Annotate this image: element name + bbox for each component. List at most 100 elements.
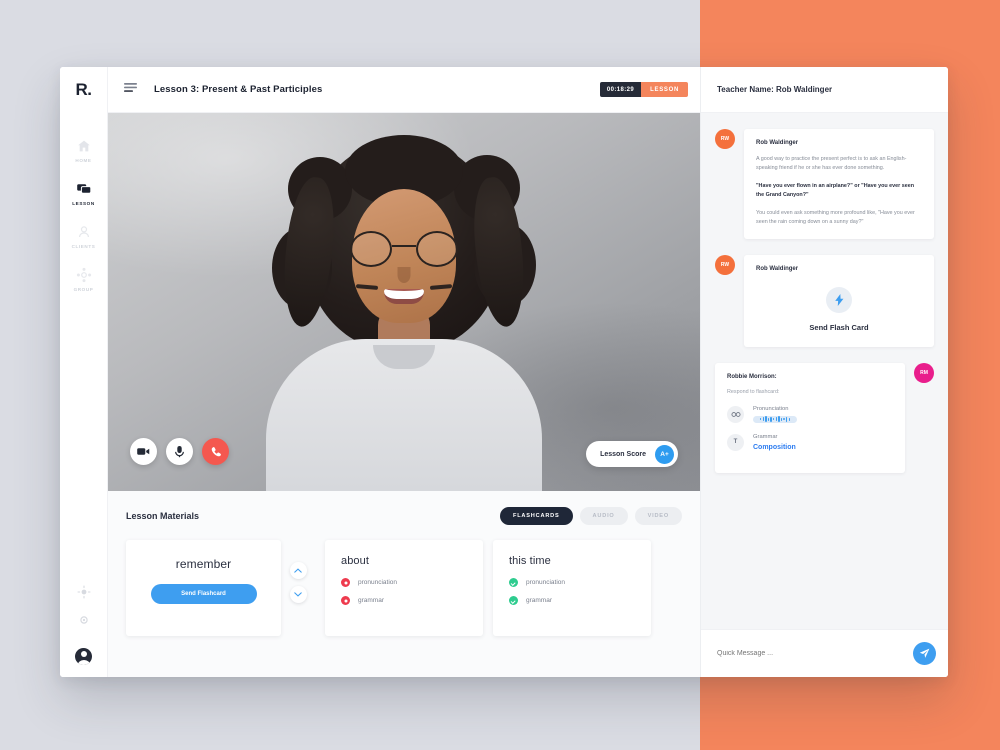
response-label: Grammar [753,433,778,440]
shirt [266,339,542,491]
camera-button[interactable] [130,438,157,465]
list-item-label: grammar [526,597,553,604]
search-input[interactable] [717,650,913,657]
message-author: Robbie Morrison: [727,373,777,380]
flashcard-remember[interactable]: remember Send Flashcard [126,540,281,636]
eyebrow-right [355,284,379,290]
teacher-name-label: Teacher Name: Rob Waldinger [717,85,833,94]
materials-title: Lesson Materials [126,511,200,521]
flashcard-title: about [341,555,370,567]
flashcard-this-time[interactable]: this time pronunciation grammar [493,540,651,636]
avatar[interactable]: RM [914,362,934,383]
material-tabs: FLASHCARDS AUDIO VIDEO [500,507,682,525]
list-item-label: pronunciation [526,579,566,586]
avatar[interactable]: RW [715,129,735,149]
chat-message-list: RW Rob Waldinger A good way to practice … [701,113,948,629]
person-icon [76,224,92,240]
top-bar: Lesson 3: Present & Past Participles 00:… [108,67,700,113]
tab-audio[interactable]: AUDIO [579,507,628,525]
message-bubble: Rob Waldinger A good way to practice the… [744,129,934,239]
response-row-pronunciation: Pronunciation [727,405,893,423]
status-badge: 00:18:29 LESSON [599,82,688,97]
participant-video-image [254,131,554,491]
response-row-grammar: T Grammar Composition [727,433,893,451]
message-paragraph: You could even ask something more profou… [756,209,915,226]
lesson-score-grade: A+ [655,444,674,464]
list-item: pronunciation [341,578,467,587]
microphone-button[interactable] [166,438,193,465]
send-flashcard-button[interactable]: Send Flashcard [150,584,257,604]
avatar[interactable] [75,648,92,665]
upper-lip [384,289,424,291]
avatar[interactable]: RW [715,254,735,275]
paper-plane-icon[interactable] [913,642,936,665]
chat-message-text: RW Rob Waldinger A good way to practice … [715,129,934,239]
flashcard-about[interactable]: about pronunciation grammar [325,540,483,636]
app-logo[interactable]: R. [60,67,107,113]
composition-link[interactable]: Composition [753,444,796,451]
status-bad-icon [341,578,350,587]
sidebar-item-group[interactable]: GROUP [60,258,107,301]
chat-bubbles-icon [76,181,92,197]
chat-message-response: RM Robbie Morrison: Respond to flashcard… [715,362,934,473]
group-grid-icon [76,267,92,283]
lens-left [350,231,392,267]
app-window: R. HOME LESSON CLIENTS GROUP Lesson 3: P… [60,67,948,677]
audio-waveform-icon [727,405,744,423]
message-author: Rob Waldinger [756,140,799,146]
home-icon [76,138,92,154]
lesson-score-badge[interactable]: Lesson Score A+ [586,441,678,467]
end-call-button[interactable] [202,438,229,465]
main-column: Lesson 3: Present & Past Participles 00:… [108,67,700,677]
video-stage[interactable]: Lesson Score A+ [108,113,700,491]
gear-icon[interactable] [77,613,91,627]
page-title: Lesson 3: Present & Past Participles [154,84,323,95]
video-controls [130,438,229,465]
nose [397,267,411,283]
chat-panel: Teacher Name: Rob Waldinger RW Rob Waldi… [700,67,948,677]
hamburger-icon[interactable] [124,81,137,99]
text-icon: T [727,433,744,451]
sidebar-label-group: GROUP [73,287,94,292]
flashcards-row: remember Send Flashcard about pronunciat… [126,540,682,636]
audio-clip-player[interactable] [753,415,797,423]
mouth [384,289,424,304]
sidebar-nav: HOME LESSON CLIENTS GROUP [60,129,107,301]
status-ok-icon [509,596,518,605]
chat-footer [701,629,948,677]
sidebar-item-home[interactable]: HOME [60,129,107,172]
tab-video[interactable]: VIDEO [634,507,682,525]
chat-header: Teacher Name: Rob Waldinger [701,67,948,113]
send-flash-card-label: Send Flash Card [809,322,869,332]
lens-right [416,231,458,267]
glasses-bridge [392,245,416,248]
materials-header: Lesson Materials FLASHCARDS AUDIO VIDEO [126,507,682,525]
chevron-down-icon[interactable] [289,586,307,603]
tab-flashcards[interactable]: FLASHCARDS [500,507,573,525]
lightning-bolt-icon [826,286,852,313]
flashcard-stepper [281,540,315,603]
lesson-timer: 00:18:29 [599,82,642,97]
message-bubble[interactable]: Rob Waldinger Send Flash Card [744,254,934,347]
lesson-materials-section: Lesson Materials FLASHCARDS AUDIO VIDEO … [108,491,700,677]
sidebar-label-home: HOME [75,158,92,163]
sidebar-rail: R. HOME LESSON CLIENTS GROUP [60,67,108,677]
message-bubble: Robbie Morrison: Respond to flashcard: P… [715,362,905,473]
list-item: pronunciation [509,578,635,587]
list-item: grammar [341,596,467,605]
flashcard-title: remember [175,557,232,571]
brightness-icon[interactable] [76,585,91,599]
status-ok-icon [509,578,518,587]
sidebar-item-lesson[interactable]: LESSON [60,172,107,215]
flashcard-title: this time [509,555,551,567]
lesson-score-label: Lesson Score [600,450,646,458]
shirt-collar [373,345,435,369]
response-label: Pronunciation [753,405,789,412]
list-item-label: pronunciation [358,579,398,586]
list-item: grammar [509,596,635,605]
message-paragraph-bold: "Have you ever flown in an airplane?" or… [756,182,915,199]
sidebar-label-clients: CLIENTS [71,244,96,249]
message-paragraph: A good way to practice the present perfe… [756,156,907,172]
sidebar-item-clients[interactable]: CLIENTS [60,215,107,258]
chevron-up-icon[interactable] [289,562,307,579]
